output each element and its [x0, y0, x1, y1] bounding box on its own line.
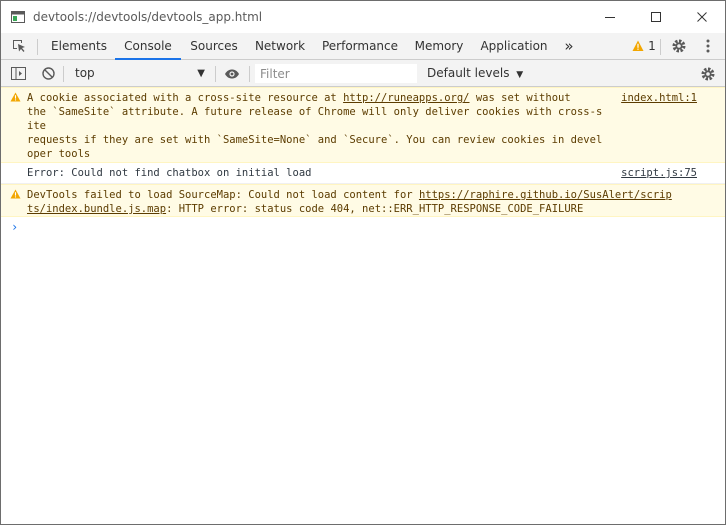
console-message-log: Error: Could not find chatbox on initial… [1, 163, 725, 184]
console-message-warning: A cookie associated with a cross-site re… [1, 87, 725, 202]
toolbar-divider [63, 66, 64, 82]
maximize-icon [651, 12, 661, 22]
settings-button[interactable] [667, 33, 691, 59]
warning-triangle-icon [10, 189, 21, 199]
show-sidebar-icon [10, 67, 26, 80]
create-live-expression-button[interactable] [221, 60, 243, 87]
toolbar-divider [37, 39, 38, 55]
minimize-button[interactable] [587, 1, 633, 33]
warning-count-button[interactable]: 1 [631, 33, 657, 59]
inspect-element-icon [13, 40, 25, 52]
message-text-segment: : HTTP error: status code 404, net::ERR_… [166, 203, 584, 215]
message-source-link[interactable]: script.js:75 [621, 166, 697, 180]
message-text: Error: Could not find chatbox on initial… [27, 166, 607, 180]
close-icon [697, 12, 707, 22]
live-expression-eye-icon [225, 69, 239, 78]
minimize-icon [605, 17, 615, 18]
message-url-link[interactable]: http://runeapps.org/ [343, 92, 469, 104]
warning-count: 1 [648, 39, 656, 53]
gear-icon [672, 39, 686, 53]
tab-elements[interactable]: Elements [45, 33, 113, 59]
message-text-segment: Error: Could not find chatbox on initial… [27, 167, 312, 179]
maximize-button[interactable] [633, 1, 679, 33]
context-value: top [75, 66, 95, 80]
customize-menu-button[interactable] [697, 33, 719, 59]
log-levels-label: Default levels [427, 66, 510, 80]
kebab-menu-icon [706, 39, 710, 53]
clear-console-button[interactable] [37, 60, 59, 87]
console-toolbar: top ▼ Default levels ▼ [1, 60, 725, 87]
tab-memory[interactable]: Memory [407, 33, 471, 59]
tab-network[interactable]: Network [247, 33, 313, 59]
close-button[interactable] [679, 1, 725, 33]
tab-console[interactable]: Console [115, 33, 181, 60]
execution-context-select[interactable]: top ▼ [65, 64, 209, 83]
clear-console-icon [41, 67, 55, 80]
toolbar-divider [215, 66, 216, 82]
log-levels-dropdown[interactable]: Default levels ▼ [427, 64, 523, 83]
toolbar-divider [249, 66, 250, 82]
chevron-down-icon: ▼ [197, 68, 205, 79]
chevron-down-icon: ▼ [516, 70, 524, 80]
message-text-segment: A cookie associated with a cross-site re… [27, 92, 344, 104]
title-bar: devtools://devtools/devtools_app.html [1, 1, 725, 33]
warning-triangle-icon [632, 40, 644, 51]
devtools-window: devtools://devtools/devtools_app.html El… [0, 0, 726, 525]
window-title: devtools://devtools/devtools_app.html [33, 10, 263, 24]
tab-performance[interactable]: Performance [315, 33, 405, 59]
tab-application[interactable]: Application [473, 33, 555, 59]
devtools-app-icon [11, 11, 25, 23]
message-text: DevTools failed to load SourceMap: Could… [27, 188, 717, 216]
toolbar-divider [660, 39, 661, 55]
filter-input[interactable] [255, 64, 417, 83]
gear-icon [701, 67, 715, 80]
more-tabs-button[interactable]: » [557, 33, 581, 59]
message-source-link[interactable]: index.html:1 [621, 91, 697, 105]
warning-triangle-icon [10, 92, 21, 102]
console-message-warning: DevTools failed to load SourceMap: Could… [1, 184, 725, 217]
console-prompt[interactable]: › [11, 220, 18, 234]
console-settings-button[interactable] [697, 60, 719, 87]
tab-sources[interactable]: Sources [183, 33, 245, 59]
panel-tab-bar: Elements Console Sources Network Perform… [1, 33, 725, 60]
inspect-element-button[interactable] [7, 33, 31, 59]
message-text-segment: DevTools failed to load SourceMap: Could… [27, 189, 419, 201]
show-sidebar-button[interactable] [7, 60, 29, 87]
